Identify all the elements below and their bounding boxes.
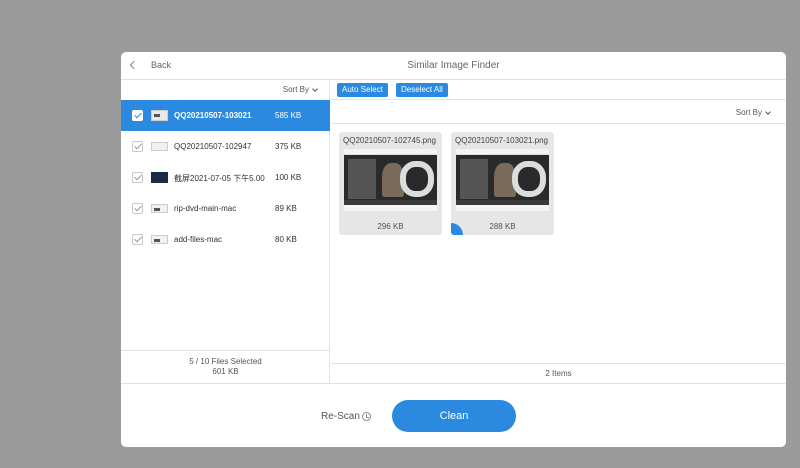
right-sort-bar: Sort By [331,100,786,124]
clock-icon [361,412,371,421]
file-size: 585 KB [275,111,302,120]
similar-image-finder-window: Back Similar Image Finder Sort By QQ2021… [121,52,786,447]
image-size: 288 KB [489,222,516,231]
files-selected-text: 5 / 10 Files Selected [189,357,262,366]
clean-button[interactable]: Clean [392,400,516,432]
file-name: QQ20210507-103021 [174,111,252,120]
file-name: rip-dvd-main-mac [174,204,237,213]
file-row[interactable]: add-files-mac 80 KB [121,224,330,255]
file-row[interactable]: rip-dvd-main-mac 89 KB [121,193,330,224]
file-size: 375 KB [275,142,302,151]
file-row[interactable]: QQ20210507-103021 585 KB [121,100,330,131]
file-checkbox[interactable] [132,141,143,152]
image-preview-panel: Auto Select Deselect All Sort By QQ20210… [331,80,786,383]
image-thumbnail [344,149,437,211]
file-list-panel: Sort By QQ20210507-103021 585 KB QQ20210… [121,80,330,383]
auto-select-button[interactable]: Auto Select [337,83,388,97]
file-name: QQ20210507-102947 [174,142,252,151]
file-thumbnail [151,235,168,244]
title-bar: Back Similar Image Finder [121,52,786,80]
file-row[interactable]: QQ20210507-102947 375 KB [121,131,330,162]
action-bar: Re-Scan Clean [121,383,786,447]
file-thumbnail [151,110,168,121]
file-checkbox[interactable] [132,172,143,183]
file-thumbnail [151,142,168,151]
file-size: 89 KB [275,204,297,213]
rescan-label: Re-Scan [321,411,360,422]
file-size: 100 KB [275,173,302,182]
right-sort-label: Sort By [735,108,762,117]
image-thumbnail [456,149,549,211]
image-name: QQ20210507-103021.png [455,136,548,145]
file-name: 截屏2021-07-05 下午5.00 [174,174,265,183]
selection-summary: 5 / 10 Files Selected 601 KB [121,350,330,383]
file-name: add-files-mac [174,235,223,244]
file-checkbox[interactable] [132,110,143,121]
right-sort-dropdown[interactable]: Sort By [735,108,771,117]
image-name: QQ20210507-102745.png [343,136,436,145]
left-sort-label: Sort By [282,85,309,94]
rescan-button[interactable]: Re-Scan [321,411,371,422]
image-size: 296 KB [377,222,404,231]
file-thumbnail [151,172,168,183]
item-count: 2 Items [331,363,786,383]
file-thumbnail [151,204,168,213]
window-title: Similar Image Finder [407,60,500,71]
selected-total-size: 601 KB [212,367,239,376]
selection-toolbar: Auto Select Deselect All [331,80,786,100]
chevron-down-icon [312,85,318,92]
file-list: QQ20210507-103021 585 KB QQ20210507-1029… [121,100,330,255]
file-checkbox[interactable] [132,203,143,214]
file-row[interactable]: 截屏2021-07-05 下午5.00 100 KB [121,162,330,193]
deselect-all-button[interactable]: Deselect All [396,83,448,97]
image-card[interactable]: QQ20210507-102745.png 296 KB [339,132,442,235]
image-card[interactable]: QQ20210507-103021.png 288 KB [451,132,554,235]
left-sort-dropdown[interactable]: Sort By [282,85,318,94]
file-size: 80 KB [275,235,297,244]
chevron-down-icon [765,108,771,115]
file-checkbox[interactable] [132,234,143,245]
